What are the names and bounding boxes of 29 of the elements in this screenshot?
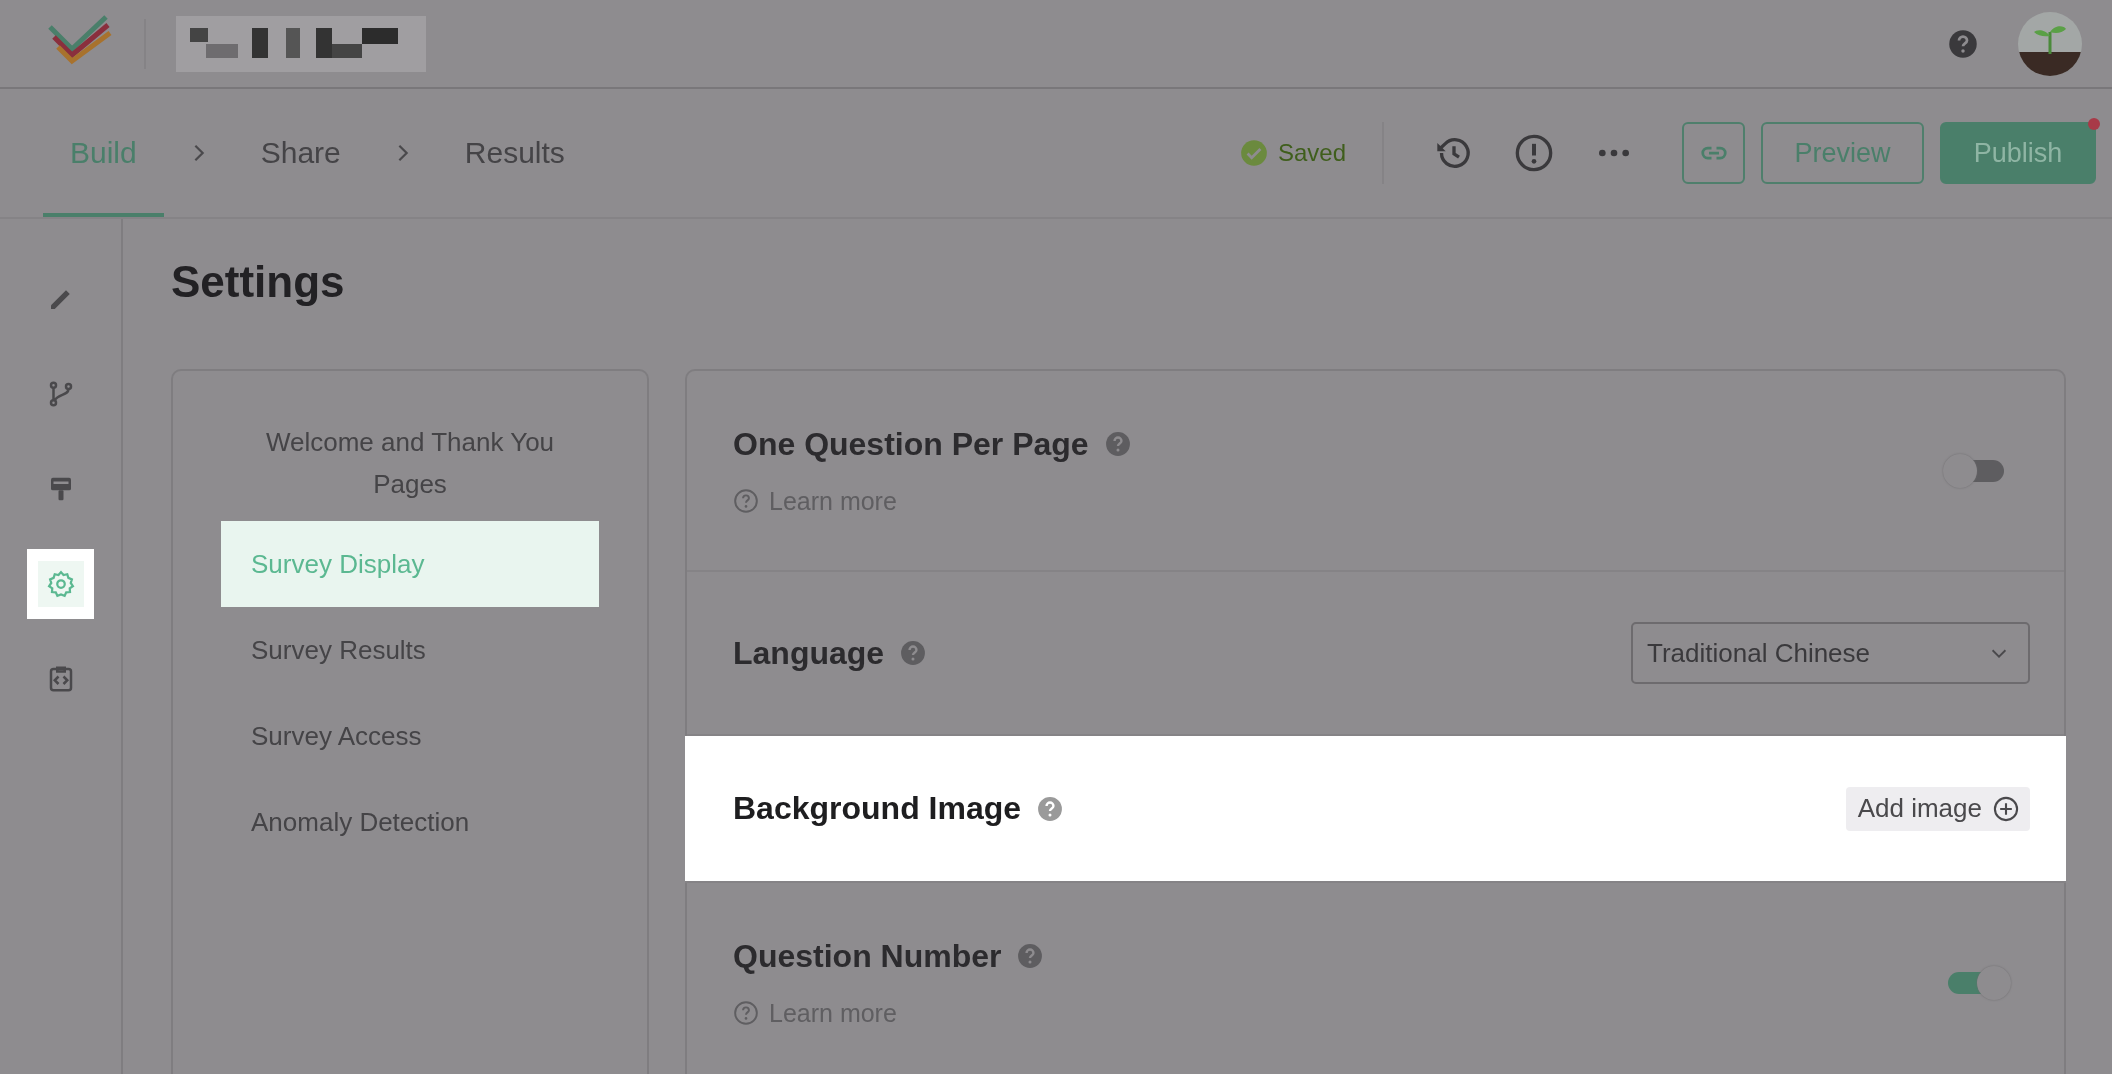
save-status: Saved: [1277, 139, 1346, 167]
help-icon[interactable]: [1948, 28, 1978, 59]
publish-button[interactable]: Publish: [1940, 122, 2096, 184]
help-outline-icon: [733, 488, 759, 514]
menu-item[interactable]: Survey Results: [221, 607, 599, 693]
menu-item[interactable]: Welcome and Thank You Pages: [221, 421, 599, 521]
alert-icon[interactable]: [1514, 133, 1554, 173]
language-dropdown[interactable]: Traditional Chinese: [1631, 622, 2030, 684]
step-tab[interactable]: Results: [437, 89, 592, 217]
menu-item[interactable]: Survey Access: [221, 693, 599, 779]
sidebar-item[interactable]: [27, 549, 94, 619]
page-title: Settings: [171, 257, 346, 307]
step-tab[interactable]: Share: [233, 89, 368, 217]
help-icon[interactable]: [1104, 431, 1131, 457]
menu-item[interactable]: Anomaly Detection: [221, 779, 599, 865]
check-circle-icon: [1239, 139, 1268, 167]
add-image-button[interactable]: Add image: [1845, 786, 2030, 831]
plus-circle-icon: [1992, 794, 2020, 823]
help-icon[interactable]: [1017, 943, 1044, 969]
setting-title: Background Image: [733, 790, 1022, 827]
help-icon[interactable]: [900, 640, 927, 666]
menu-item[interactable]: Survey Display: [221, 521, 599, 607]
setting-title: Language: [733, 634, 885, 672]
link-button[interactable]: [1682, 122, 1745, 184]
help-outline-icon: [733, 1000, 759, 1026]
setting-title: Question Number: [733, 937, 1002, 975]
help-icon[interactable]: [1037, 795, 1064, 822]
setting-title: One Question Per Page: [733, 425, 1089, 463]
settings-icon: [37, 561, 84, 607]
